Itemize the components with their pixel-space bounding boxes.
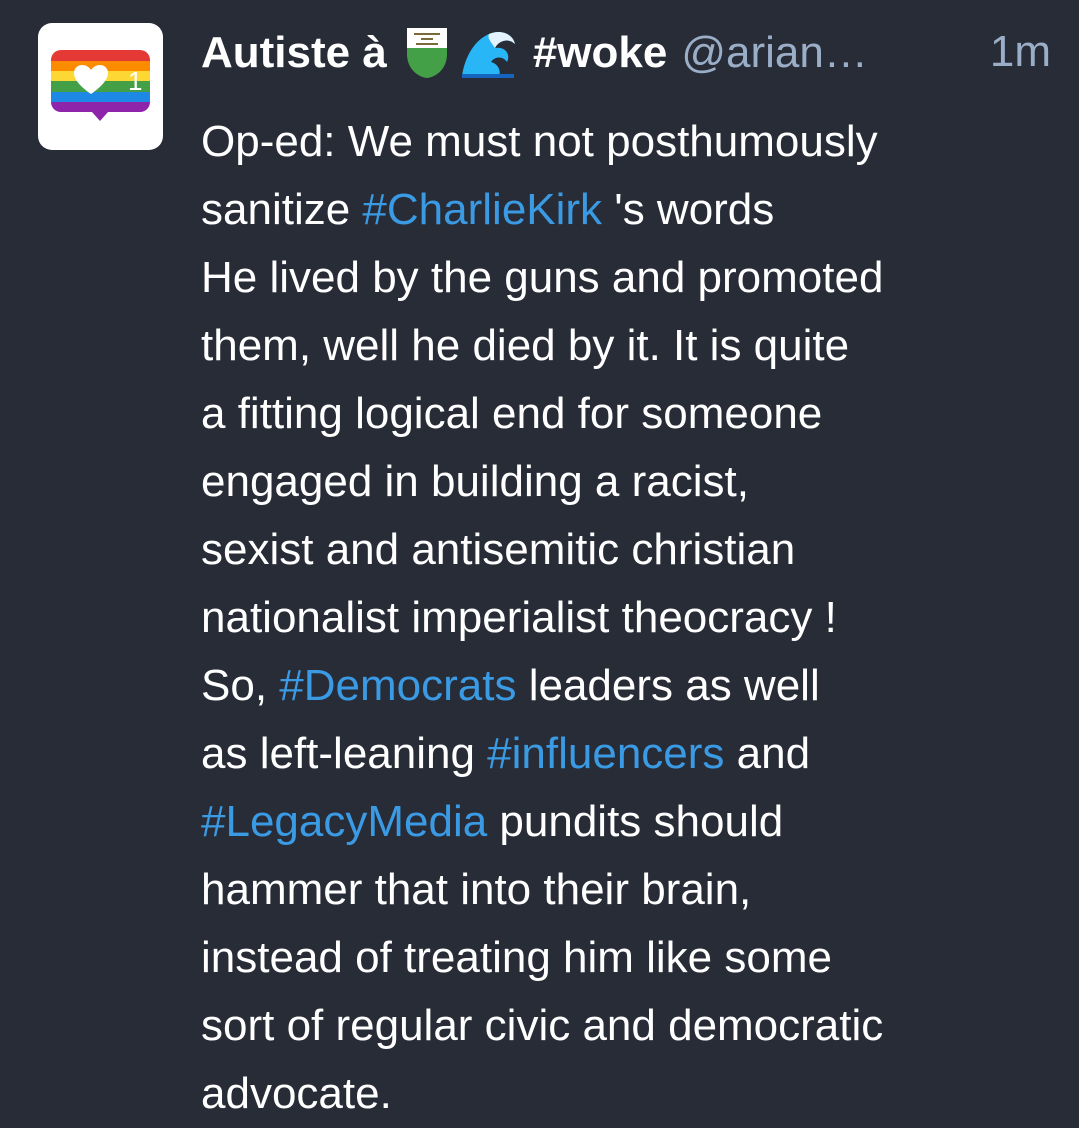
display-name-hashtag[interactable]: #woke bbox=[533, 28, 668, 78]
content-text: So, bbox=[201, 661, 280, 710]
post-content: Op-ed: We must not posthumously sanitize… bbox=[201, 108, 1051, 1128]
content-line: sanitize #CharlieKirk 's words bbox=[201, 176, 1051, 244]
content-line: hammer that into their brain, bbox=[201, 865, 752, 914]
content-line: advocate. bbox=[201, 1069, 392, 1118]
display-name[interactable]: Autiste à bbox=[201, 28, 387, 78]
content-line: engaged in building a racist, bbox=[201, 457, 749, 506]
hashtag-link-legacymedia[interactable]: #LegacyMedia bbox=[201, 797, 487, 846]
avatar-count: 1 bbox=[128, 66, 142, 96]
content-line: sort of regular civic and democratic bbox=[201, 1001, 884, 1050]
content-line: them, well he died by it. It is quite bbox=[201, 321, 850, 370]
post-header: Autiste à #woke @arian… 1m bbox=[201, 22, 1051, 84]
content-line: nationalist imperialist theocracy ! bbox=[201, 593, 837, 642]
rainbow-heart-speech-bubble-icon: 1 bbox=[51, 50, 150, 121]
content-text: and bbox=[724, 729, 811, 778]
content-line: instead of treating him like some bbox=[201, 933, 832, 982]
content-line: So, #Democrats leaders as well bbox=[201, 652, 1051, 720]
content-line: a fitting logical end for someone bbox=[201, 389, 823, 438]
content-text: sanitize bbox=[201, 185, 363, 234]
content-text: leaders as well bbox=[516, 661, 820, 710]
avatar[interactable]: 1 bbox=[38, 23, 163, 150]
status-post: 1 Autiste à #woke @arian… 1m Op-ed: We m… bbox=[0, 0, 1079, 1128]
content-line: Op-ed: We must not posthumously bbox=[201, 117, 878, 166]
post-timestamp[interactable]: 1m bbox=[990, 27, 1051, 77]
vaud-flag-icon bbox=[405, 26, 449, 80]
account-handle[interactable]: @arian… bbox=[681, 28, 868, 78]
content-line: #LegacyMedia pundits should bbox=[201, 788, 1051, 856]
content-line: sexist and antisemitic christian bbox=[201, 525, 796, 574]
content-text: pundits should bbox=[487, 797, 784, 846]
content-text: as left-leaning bbox=[201, 729, 488, 778]
content-line: He lived by the guns and promoted bbox=[201, 253, 884, 302]
content-line: as left-leaning #influencers and bbox=[201, 720, 1051, 788]
content-text: 's words bbox=[602, 185, 775, 234]
hashtag-link-democrats[interactable]: #Democrats bbox=[279, 661, 516, 710]
hashtag-link-influencers[interactable]: #influencers bbox=[487, 729, 724, 778]
wave-icon bbox=[459, 26, 517, 80]
hashtag-link-charliekirk[interactable]: #CharlieKirk bbox=[362, 185, 602, 234]
